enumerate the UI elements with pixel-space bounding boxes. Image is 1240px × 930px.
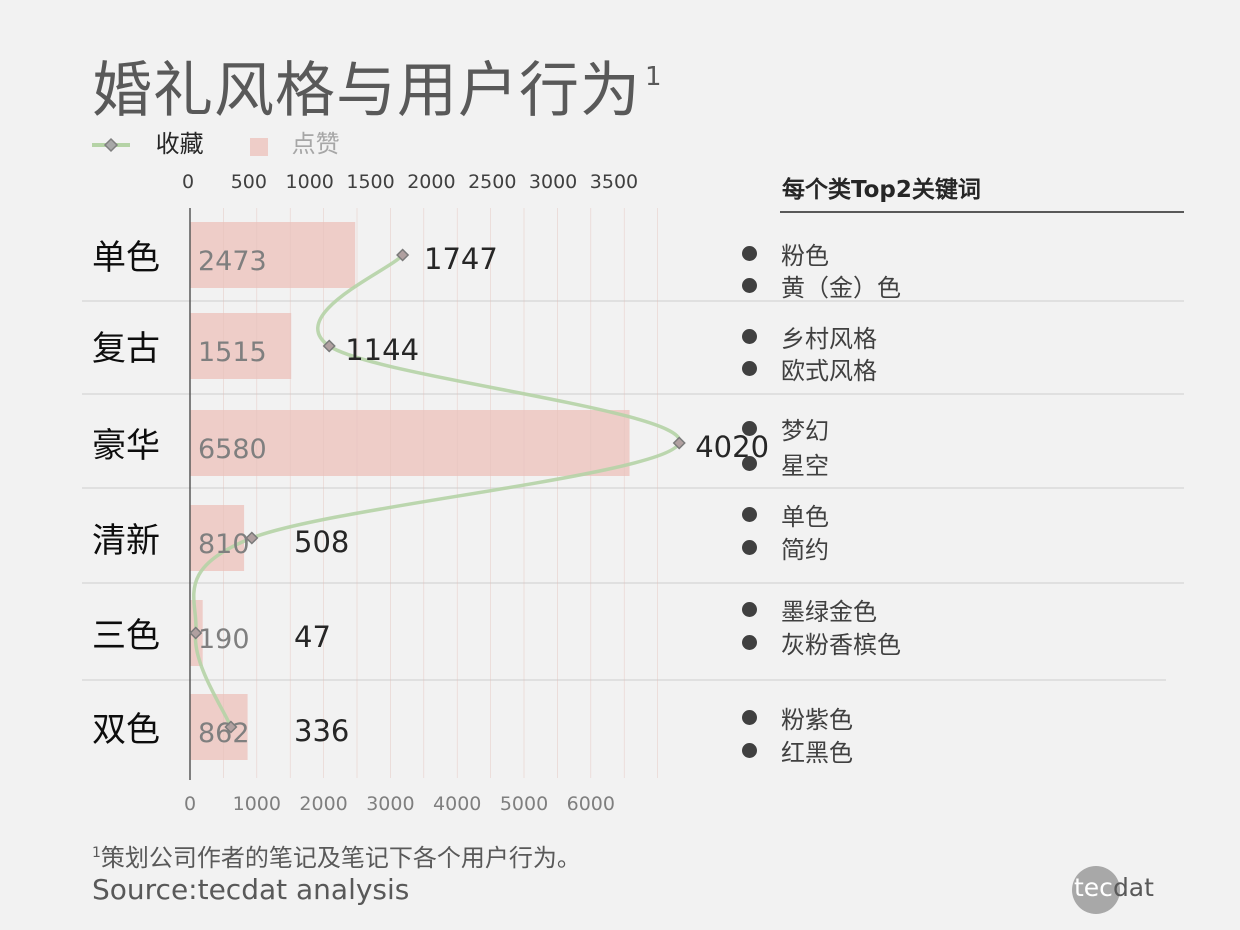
keyword-text: 粉紫色	[781, 706, 853, 734]
keyword-item: 黄（金）色	[742, 268, 901, 303]
bar-value-label: 2473	[198, 246, 267, 277]
bottom-axis-tick: 6000	[567, 793, 615, 815]
top-axis-tick: 3500	[590, 171, 638, 193]
bullet-icon	[742, 246, 757, 261]
source-note: Source:tecdat analysis	[92, 873, 410, 906]
bullet-icon	[742, 278, 757, 293]
keyword-text: 单色	[781, 503, 829, 531]
keyword-item: 灰粉香槟色	[742, 625, 901, 660]
keyword-item: 梦幻	[742, 411, 829, 446]
keyword-item: 星空	[742, 446, 829, 481]
bullet-icon	[742, 710, 757, 725]
keyword-text: 红黑色	[781, 739, 853, 767]
bar-value-label: 6580	[198, 434, 267, 465]
bullet-icon	[742, 635, 757, 650]
keywords-header: 每个类Top2关键词	[782, 177, 981, 203]
top-axis-tick: 1500	[346, 171, 394, 193]
bottom-axis-tick: 2000	[299, 793, 347, 815]
bottom-axis-tick: 4000	[433, 793, 481, 815]
bar-value-label: 810	[198, 529, 250, 560]
keyword-text: 欧式风格	[781, 357, 877, 385]
combo-chart: 0 500 1000 1500 2000 2500 3000 3500 0 1000 2000 300…	[82, 171, 1184, 815]
bullet-icon	[742, 540, 757, 555]
top-axis-tick: 2500	[468, 171, 516, 193]
category-label: 单色	[92, 238, 160, 278]
keyword-text: 黄（金）色	[781, 274, 901, 302]
category-label: 清新	[92, 521, 160, 561]
bottom-axis-tick: 3000	[366, 793, 414, 815]
keyword-item: 粉紫色	[742, 700, 853, 735]
collect-value-label: 508	[294, 525, 349, 559]
collect-value-label: 1144	[345, 333, 419, 367]
category-label: 复古	[92, 329, 160, 369]
top-axis-tick: 500	[231, 171, 267, 193]
bullet-icon	[742, 329, 757, 344]
keyword-text: 乡村风格	[781, 325, 877, 353]
bar-value-label: 862	[198, 718, 250, 749]
keyword-item: 欧式风格	[742, 351, 877, 386]
tecdat-logo-text: tecdat	[1074, 873, 1154, 902]
category-label: 三色	[92, 616, 160, 656]
top-axis-tick: 0	[182, 171, 194, 193]
footnote: 1策划公司作者的笔记及笔记下各个用户行为。	[92, 844, 581, 872]
keyword-item: 简约	[742, 530, 829, 565]
keyword-text: 粉色	[781, 242, 829, 270]
bottom-axis-tick: 5000	[500, 793, 548, 815]
top-axis-tick: 2000	[407, 171, 455, 193]
top-axis-tick: 1000	[286, 171, 334, 193]
collect-value-label: 336	[294, 714, 349, 748]
keyword-text: 梦幻	[781, 417, 829, 445]
keyword-item: 单色	[742, 497, 829, 532]
bottom-axis-tick: 1000	[233, 793, 281, 815]
keyword-item: 墨绿金色	[742, 592, 877, 627]
keyword-text: 简约	[781, 536, 829, 564]
keyword-text: 灰粉香槟色	[781, 631, 901, 659]
bullet-icon	[742, 602, 757, 617]
keyword-item: 粉色	[742, 236, 829, 271]
keyword-text: 墨绿金色	[781, 598, 877, 626]
keyword-text: 星空	[781, 452, 829, 480]
bar-value-label: 1515	[198, 337, 267, 368]
keyword-item: 乡村风格	[742, 319, 877, 354]
collect-value-label: 1747	[424, 242, 498, 276]
top-axis-tick: 3000	[529, 171, 577, 193]
bar-value-label: 190	[198, 624, 250, 655]
bottom-axis-tick: 0	[184, 793, 196, 815]
bullet-icon	[742, 507, 757, 522]
collect-value-label: 47	[294, 620, 331, 654]
bullet-icon	[742, 743, 757, 758]
bullet-icon	[742, 456, 757, 471]
bullet-icon	[742, 421, 757, 436]
bullet-icon	[742, 361, 757, 376]
category-label: 双色	[92, 710, 160, 750]
category-label: 豪华	[92, 426, 160, 466]
keywords-header-rule	[780, 211, 1184, 213]
keyword-item: 红黑色	[742, 733, 853, 768]
